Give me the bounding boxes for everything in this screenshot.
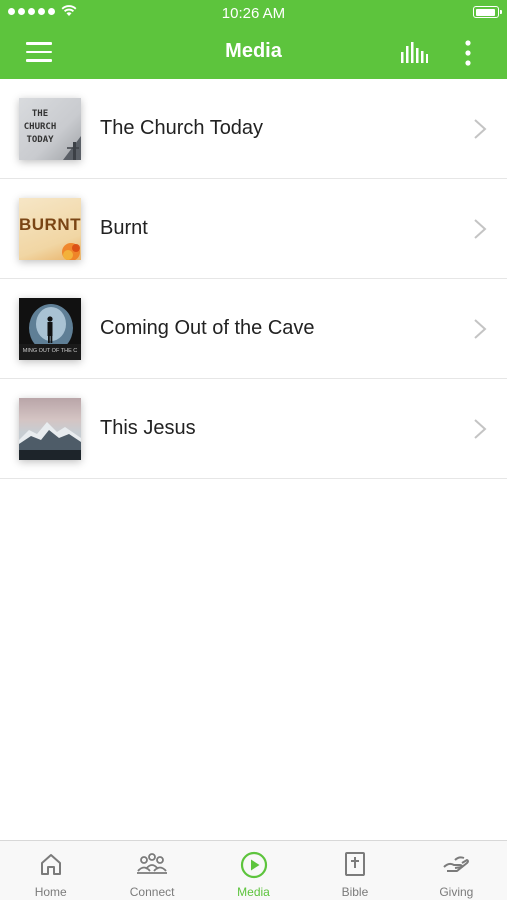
- tab-home[interactable]: Home: [0, 841, 101, 900]
- status-time: 10:26 AM: [221, 5, 286, 22]
- people-icon: [137, 853, 168, 874]
- church-today-thumbnail: THE CHURCH TODAY: [19, 98, 81, 160]
- list-item[interactable]: BURNT Burnt: [0, 179, 507, 279]
- chevron-right-icon: [474, 219, 487, 239]
- tab-bible[interactable]: Bible: [304, 841, 405, 900]
- tab-media[interactable]: Media: [203, 841, 304, 900]
- play-circle-icon: [240, 851, 267, 879]
- cave-thumbnail: MING OUT OF THE C: [19, 298, 81, 360]
- burnt-thumbnail: BURNT: [19, 198, 81, 260]
- home-icon: [40, 854, 61, 875]
- media-title: This Jesus: [100, 417, 196, 439]
- chevron-right-icon: [474, 119, 487, 139]
- tab-label: Connect: [129, 885, 175, 899]
- tab-label: Giving: [439, 885, 474, 899]
- media-title: The Church Today: [100, 117, 264, 139]
- more-vertical-icon[interactable]: [459, 39, 477, 67]
- giving-hand-icon: [443, 856, 470, 872]
- page-title: Media: [225, 40, 282, 62]
- media-title: Coming Out of the Cave: [100, 317, 315, 339]
- mountains-thumbnail: [19, 398, 81, 460]
- tab-label: Media: [237, 885, 270, 899]
- list-item[interactable]: THE CHURCH TODAY The Church Today: [0, 79, 507, 179]
- list-item[interactable]: This Jesus: [0, 379, 507, 479]
- thumbnail-caption: BURNT: [19, 215, 81, 234]
- battery-icon: [473, 6, 502, 18]
- thumbnail-caption: THE CHURCH TODAY: [23, 109, 57, 145]
- thumbnail-caption: MING OUT OF THE C: [22, 348, 78, 354]
- list-item[interactable]: MING OUT OF THE C Coming Out of the Cave: [0, 279, 507, 379]
- tab-label: Home: [34, 885, 67, 899]
- tab-connect[interactable]: Connect: [101, 841, 202, 900]
- status-bar: 10:26 AM: [0, 0, 507, 26]
- chevron-right-icon: [474, 319, 487, 339]
- tab-label: Bible: [341, 885, 369, 899]
- media-list: THE CHURCH TODAY The Church Today BURNT …: [0, 79, 507, 479]
- chevron-right-icon: [474, 419, 487, 439]
- bible-icon: [344, 852, 365, 876]
- tab-giving[interactable]: Giving: [406, 841, 507, 900]
- tab-bar: Home Connect Media Bible Giving: [0, 840, 507, 900]
- media-title: Burnt: [100, 217, 148, 239]
- nav-bar: Media: [0, 26, 507, 79]
- audio-levels-icon[interactable]: [400, 40, 428, 64]
